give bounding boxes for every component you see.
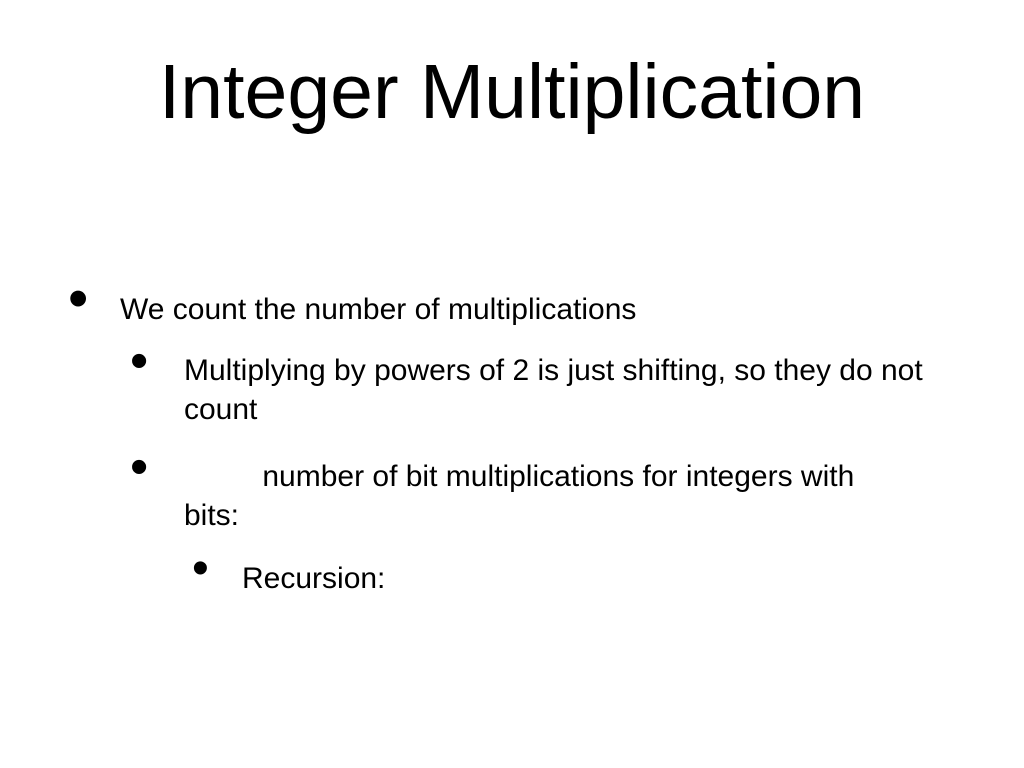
- slide-body: We count the number of multiplications M…: [60, 290, 984, 626]
- bullet-text: Recursion:: [242, 562, 385, 595]
- slide-title: Integer Multiplication: [0, 48, 1024, 137]
- slide: Integer Multiplication We count the numb…: [0, 0, 1024, 768]
- bullet-text: Multiplying by powers of 2 is just shift…: [184, 354, 923, 426]
- bullet-list-level-1: We count the number of multiplications M…: [60, 290, 984, 598]
- bullet-text: number of bit multiplications for intege…: [262, 460, 854, 493]
- bullet-list-level-3: Recursion:: [184, 559, 984, 598]
- bullet-list-level-2: Multiplying by powers of 2 is just shift…: [120, 351, 984, 598]
- bullet-text: We count the number of multiplications: [120, 293, 636, 326]
- list-item: Recursion:: [184, 559, 984, 598]
- bullet-text: bits:: [184, 499, 239, 532]
- list-item: Multiplying by powers of 2 is just shift…: [120, 351, 984, 429]
- list-item: number of bit multiplications for intege…: [120, 457, 984, 598]
- list-item: We count the number of multiplications M…: [60, 290, 984, 598]
